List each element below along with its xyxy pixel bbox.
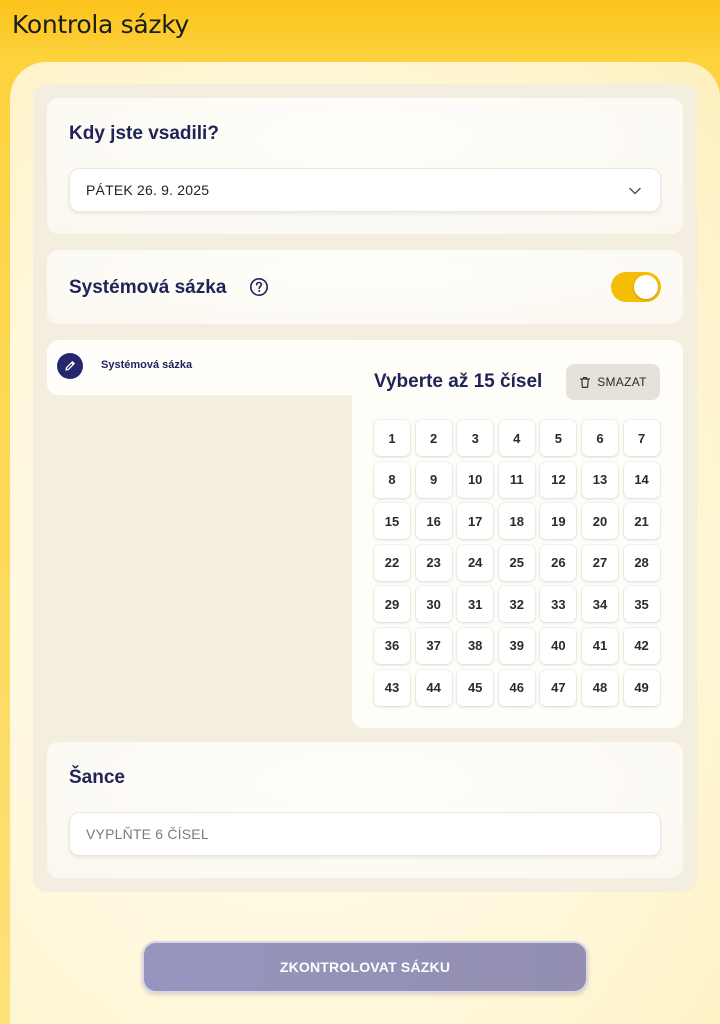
number-cell-42[interactable]: 42 — [623, 627, 660, 664]
number-picker-title: Vyberte až 15 čísel — [374, 371, 543, 392]
number-cell-1[interactable]: 1 — [374, 420, 410, 456]
bet-date-select[interactable]: PÁTEK 26. 9. 2025 — [69, 168, 661, 212]
number-cell-46[interactable]: 46 — [498, 669, 535, 706]
check-bet-button[interactable]: ZKONTROLOVAT SÁZKU — [142, 941, 588, 993]
number-cell-15[interactable]: 15 — [374, 503, 410, 540]
number-cell-23[interactable]: 23 — [415, 544, 452, 581]
odds-card: Šance — [47, 742, 683, 878]
number-cell-29[interactable]: 29 — [374, 586, 410, 623]
system-bet-title: Systémová sázka — [69, 277, 227, 298]
trash-icon — [580, 376, 591, 388]
number-cell-41[interactable]: 41 — [581, 627, 618, 664]
number-cell-20[interactable]: 20 — [581, 503, 618, 540]
number-cell-43[interactable]: 43 — [374, 669, 410, 706]
odds-title: Šance — [69, 767, 125, 788]
number-cell-33[interactable]: 33 — [540, 586, 577, 623]
chevron-down-icon — [629, 187, 641, 195]
odds-input[interactable] — [69, 812, 661, 856]
number-cell-49[interactable]: 49 — [623, 669, 660, 706]
number-cell-35[interactable]: 35 — [623, 586, 660, 623]
bet-date-title: Kdy jste vsadili? — [69, 123, 219, 144]
number-cell-47[interactable]: 47 — [540, 669, 577, 706]
number-picker-card: Vyberte až 15 čísel SMAZAT 1 2 3 4 5 6 7 8 9 10 11… — [352, 340, 683, 728]
bet-date-value: PÁTEK 26. 9. 2025 — [86, 182, 210, 198]
number-cell-18[interactable]: 18 — [498, 503, 535, 540]
number-cell-10[interactable]: 10 — [457, 461, 494, 498]
system-bet-card: Systémová sázka — [47, 250, 683, 324]
number-cell-27[interactable]: 27 — [581, 544, 618, 581]
pencil-icon — [57, 353, 83, 379]
number-cell-39[interactable]: 39 — [498, 627, 535, 664]
number-cell-30[interactable]: 30 — [415, 586, 452, 623]
number-cell-16[interactable]: 16 — [415, 503, 452, 540]
number-cell-3[interactable]: 3 — [457, 420, 494, 456]
number-cell-14[interactable]: 14 — [623, 461, 660, 498]
number-cell-2[interactable]: 2 — [415, 420, 452, 456]
number-cell-21[interactable]: 21 — [623, 503, 660, 540]
clear-button[interactable]: SMAZAT — [566, 364, 660, 400]
ticket-tab-label: Systémová sázka — [101, 359, 193, 371]
number-cell-38[interactable]: 38 — [457, 627, 494, 664]
number-cell-32[interactable]: 32 — [498, 586, 535, 623]
number-grid: 1 2 3 4 5 6 7 8 9 10 11 12 13 14 15 16 17 18 19 20 21 22 23 24 2… — [374, 420, 660, 706]
number-cell-4[interactable]: 4 — [498, 420, 535, 456]
number-cell-24[interactable]: 24 — [457, 544, 494, 581]
number-cell-11[interactable]: 11 — [498, 461, 535, 498]
number-cell-13[interactable]: 13 — [581, 461, 618, 498]
number-cell-8[interactable]: 8 — [374, 461, 410, 498]
number-cell-22[interactable]: 22 — [374, 544, 410, 581]
number-cell-25[interactable]: 25 — [498, 544, 535, 581]
number-cell-44[interactable]: 44 — [415, 669, 452, 706]
number-cell-31[interactable]: 31 — [457, 586, 494, 623]
clear-label: SMAZAT — [597, 375, 647, 389]
toggle-knob — [634, 275, 658, 299]
number-cell-36[interactable]: 36 — [374, 627, 410, 664]
number-cell-5[interactable]: 5 — [540, 420, 577, 456]
ticket-tab[interactable]: Systémová sázka — [47, 340, 353, 395]
number-cell-17[interactable]: 17 — [457, 503, 494, 540]
page-title: Kontrola sázky — [12, 10, 189, 39]
number-cell-9[interactable]: 9 — [415, 461, 452, 498]
bet-date-card: Kdy jste vsadili? PÁTEK 26. 9. 2025 — [47, 98, 683, 234]
number-cell-37[interactable]: 37 — [415, 627, 452, 664]
number-cell-26[interactable]: 26 — [540, 544, 577, 581]
number-cell-48[interactable]: 48 — [581, 669, 618, 706]
number-cell-34[interactable]: 34 — [581, 586, 618, 623]
number-cell-7[interactable]: 7 — [623, 420, 660, 456]
system-bet-toggle[interactable] — [611, 272, 661, 302]
question-circle-icon[interactable] — [249, 277, 269, 297]
number-cell-40[interactable]: 40 — [540, 627, 577, 664]
number-cell-45[interactable]: 45 — [457, 669, 494, 706]
number-cell-6[interactable]: 6 — [581, 420, 618, 456]
number-cell-12[interactable]: 12 — [540, 461, 577, 498]
number-cell-19[interactable]: 19 — [540, 503, 577, 540]
number-cell-28[interactable]: 28 — [623, 544, 660, 581]
